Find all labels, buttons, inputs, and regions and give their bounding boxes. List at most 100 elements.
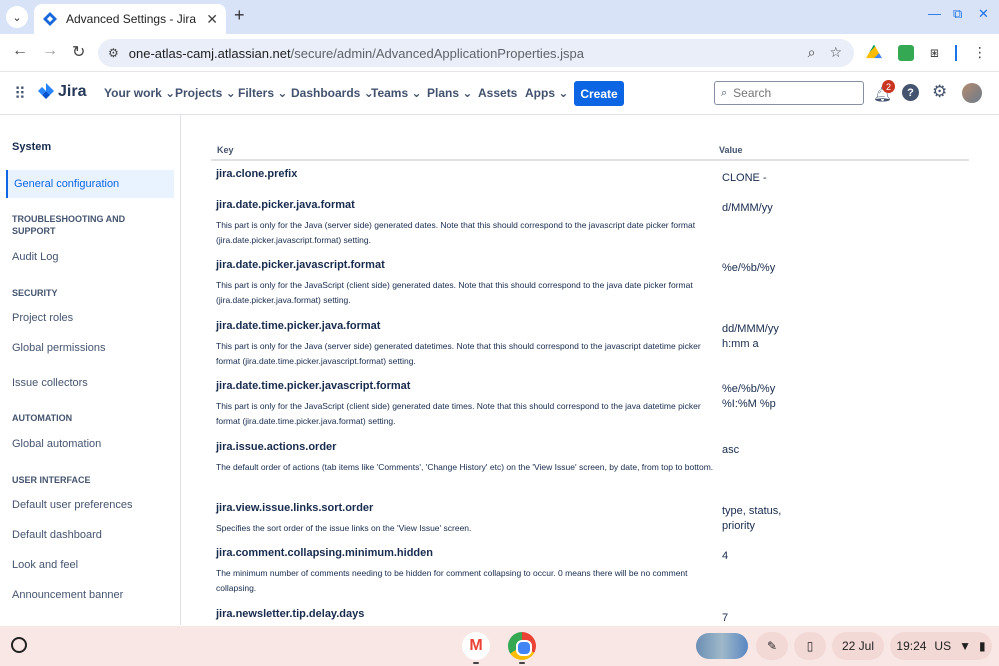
nav-teams[interactable]: Teams ⌄	[371, 86, 422, 100]
sidebar-heading-troubleshooting: TROUBLESHOOTING AND SUPPORT	[12, 214, 126, 236]
nav-your-work[interactable]: Your work ⌄	[104, 86, 175, 100]
sidebar-item-look-and-feel[interactable]: Look and feel	[12, 559, 78, 571]
status-tray[interactable]: 19:24 US ▼ ▮	[890, 632, 992, 660]
jira-logo[interactable]: Jira	[38, 83, 86, 101]
app-switcher-icon[interactable]: ⠿	[14, 84, 26, 104]
minimize-icon[interactable]: —	[928, 6, 941, 21]
reload-icon[interactable]: ↻	[72, 42, 85, 62]
sidebar-item-announcement-banner[interactable]: Announcement banner	[12, 589, 123, 601]
property-value[interactable]: d/MMM/yy	[722, 201, 792, 216]
sidebar-item-issue-collectors[interactable]: Issue collectors	[12, 377, 88, 389]
extensions-puzzle-icon[interactable]: ⧆	[930, 44, 939, 61]
back-icon[interactable]: ←	[12, 42, 28, 60]
battery-icon: ▮	[978, 639, 986, 653]
notification-count-badge: 2	[882, 80, 895, 93]
app-running-indicator	[473, 662, 479, 664]
stylus-pen-icon[interactable]: ✎	[756, 632, 788, 660]
property-key: jira.issue.actions.order	[216, 441, 337, 453]
restore-icon[interactable]: ⧉	[953, 6, 962, 22]
column-header-value: Value	[719, 145, 743, 155]
zoom-search-icon[interactable]: ⌕	[808, 44, 816, 61]
jira-top-nav: ⠿ Jira Your work ⌄ Projects ⌄ Filters ⌄ …	[0, 72, 999, 115]
launcher-icon[interactable]	[11, 637, 27, 653]
sidebar-item-general-configuration[interactable]: General configuration	[6, 170, 174, 198]
jira-wordmark: Jira	[58, 83, 87, 100]
property-key: jira.newsletter.tip.delay.days	[216, 608, 365, 620]
google-drive-icon[interactable]	[866, 44, 882, 59]
search-icon: ⌕	[721, 86, 728, 99]
site-info-icon[interactable]: ⚙	[108, 46, 119, 60]
browser-tab-strip: ⌄ Advanced Settings - Jira ✕ + — ⧉ ✕	[0, 0, 999, 34]
nav-projects[interactable]: Projects ⌄	[175, 86, 236, 100]
phone-hub-icon[interactable]: ▯	[794, 632, 826, 660]
property-key: jira.date.time.picker.javascript.format	[216, 380, 411, 392]
gmail-app-icon[interactable]: M	[462, 632, 490, 660]
sidebar-heading-security: SECURITY	[12, 288, 58, 298]
clock-time: 19:24	[896, 639, 927, 653]
property-value[interactable]: %e/%b/%y	[722, 261, 792, 276]
nav-assets[interactable]: Assets	[478, 86, 517, 100]
property-key: jira.view.issue.links.sort.order	[216, 502, 374, 514]
nav-dashboards[interactable]: Dashboards ⌄	[291, 86, 374, 100]
table-row: jira.view.issue.links.sort.order Specifi…	[216, 502, 971, 536]
nav-plans[interactable]: Plans ⌄	[427, 86, 472, 100]
property-description: The default order of actions (tab items …	[216, 462, 714, 472]
forward-icon[interactable]: →	[42, 42, 58, 60]
extension-green-icon[interactable]	[898, 44, 914, 61]
search-field[interactable]: ⌕	[714, 81, 864, 105]
jira-favicon-icon	[43, 12, 57, 26]
bookmark-star-icon[interactable]: ☆	[829, 44, 842, 61]
property-key: jira.date.time.picker.java.format	[216, 320, 381, 332]
table-row: jira.date.time.picker.javascript.format …	[216, 380, 971, 429]
url-text: one-atlas-camj.atlassian.net/secure/admi…	[128, 45, 585, 61]
property-value[interactable]: dd/MMM/yy h:mm a	[722, 322, 792, 352]
sidebar-item-default-user-preferences[interactable]: Default user preferences	[12, 499, 132, 511]
property-value[interactable]: asc	[722, 443, 792, 458]
settings-gear-icon[interactable]: ⚙	[932, 82, 947, 102]
table-row: jira.comment.collapsing.minimum.hidden T…	[216, 547, 971, 596]
wifi-icon: ▼	[959, 639, 971, 653]
sidebar-item-global-permissions[interactable]: Global permissions	[12, 342, 106, 354]
property-value[interactable]: type, status, priority	[722, 504, 792, 534]
new-tab-icon[interactable]: +	[234, 5, 245, 26]
tab-search-icon[interactable]: ⌄	[6, 6, 28, 28]
close-window-icon[interactable]: ✕	[978, 6, 989, 22]
holding-space-thumbnails[interactable]	[696, 633, 748, 659]
table-row: jira.date.time.picker.java.format This p…	[216, 320, 971, 369]
app-running-indicator	[519, 662, 525, 664]
property-key: jira.clone.prefix	[216, 168, 298, 180]
address-bar[interactable]: ⚙ one-atlas-camj.atlassian.net/secure/ad…	[98, 39, 854, 67]
search-input[interactable]	[733, 86, 844, 100]
table-row: jira.date.picker.java.format This part i…	[216, 199, 971, 248]
create-button[interactable]: Create	[574, 81, 624, 106]
nav-apps[interactable]: Apps ⌄	[525, 86, 568, 100]
jira-logo-icon	[38, 83, 54, 99]
browser-tab[interactable]: Advanced Settings - Jira ✕	[34, 4, 226, 34]
property-description: This part is only for the Java (server s…	[216, 220, 696, 245]
tab-title: Advanced Settings - Jira	[66, 12, 197, 26]
property-value[interactable]: 7	[722, 611, 792, 625]
toolbar-divider	[954, 44, 957, 61]
sidebar-item-global-automation[interactable]: Global automation	[12, 438, 101, 450]
table-row: jira.date.picker.javascript.format This …	[216, 259, 971, 308]
sidebar-item-default-dashboard[interactable]: Default dashboard	[12, 529, 102, 541]
property-value[interactable]: %e/%b/%y %I:%M %p	[722, 382, 792, 412]
property-description: Specifies the sort order of the issue li…	[216, 523, 472, 533]
property-description: This part is only for the JavaScript (cl…	[216, 280, 693, 305]
user-avatar[interactable]	[962, 83, 982, 103]
keyboard-locale: US	[934, 639, 952, 653]
property-value[interactable]: CLONE -	[722, 171, 792, 186]
date-tray[interactable]: 22 Jul	[832, 632, 884, 660]
column-header-key: Key	[217, 145, 234, 155]
chrome-app-icon[interactable]	[508, 632, 536, 660]
tab-close-icon[interactable]: ✕	[206, 11, 218, 28]
sidebar-item-project-roles[interactable]: Project roles	[12, 312, 73, 324]
nav-filters[interactable]: Filters ⌄	[238, 86, 287, 100]
sidebar-item-audit-log[interactable]: Audit Log	[12, 251, 58, 263]
property-value[interactable]: 4	[722, 549, 792, 564]
chrome-menu-icon[interactable]: ⋮	[973, 44, 987, 61]
advanced-settings-table: Key Value jira.clone.prefix CLONE - jira…	[181, 115, 999, 625]
sidebar-heading-automation: AUTOMATION	[12, 413, 73, 423]
help-icon[interactable]: ?	[902, 84, 919, 101]
property-key: jira.date.picker.javascript.format	[216, 259, 385, 271]
